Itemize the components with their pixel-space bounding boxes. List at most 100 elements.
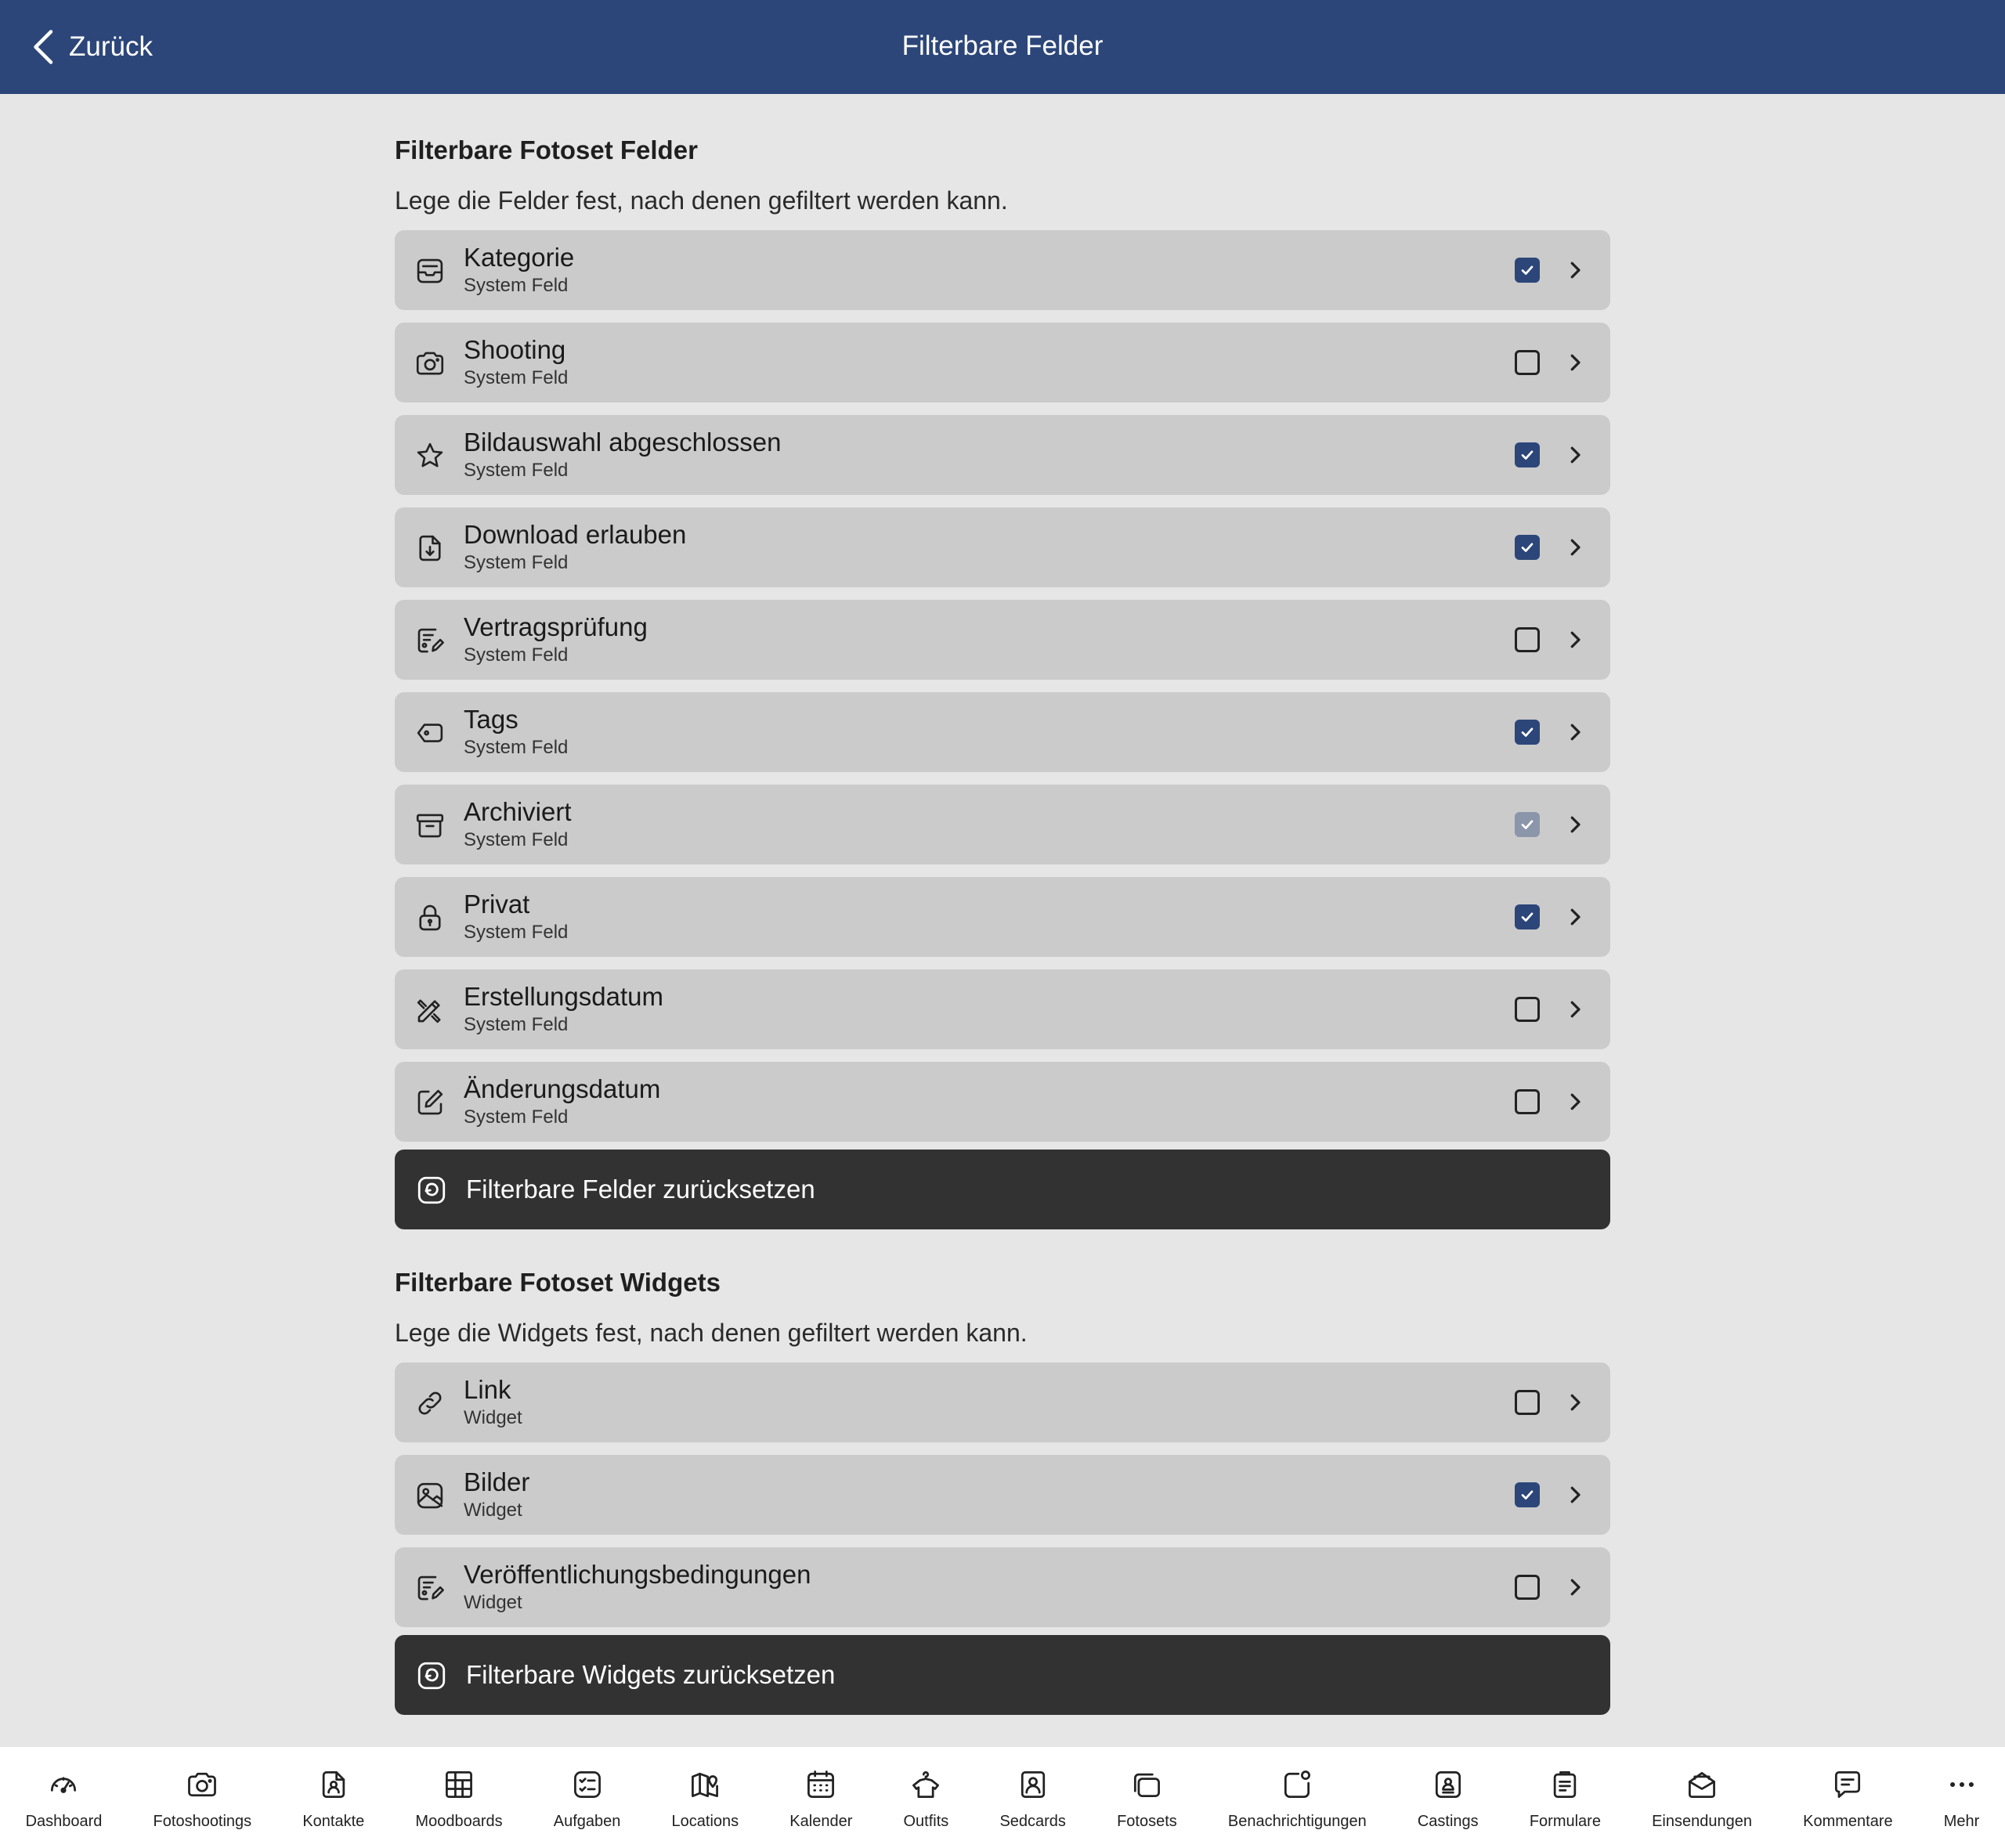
list-item-text: Bildauswahl abgeschlossen System Feld [464, 426, 781, 482]
list-item[interactable]: Bilder Widget [395, 1455, 1610, 1535]
tab-fotoshootings[interactable]: Fotoshootings [128, 1747, 277, 1848]
filter-checkbox[interactable] [1515, 1482, 1540, 1507]
list-item[interactable]: Tags System Feld [395, 692, 1610, 772]
filter-checkbox[interactable] [1515, 1575, 1540, 1600]
chevron-right-icon[interactable] [1563, 536, 1587, 559]
filter-checkbox[interactable] [1515, 720, 1540, 745]
reset-icon [417, 1176, 446, 1204]
tab-formulare[interactable]: Formulare [1504, 1747, 1626, 1848]
checkmark-icon [1521, 450, 1534, 460]
tab-einsendungen[interactable]: Einsendungen [1627, 1747, 1778, 1848]
tab-kommentare[interactable]: Kommentare [1778, 1747, 1919, 1848]
list-item-text: Shooting System Feld [464, 334, 568, 390]
list-item-text: Bilder Widget [464, 1466, 529, 1522]
list-item-subtitle: System Feld [464, 1014, 569, 1035]
filter-checkbox[interactable] [1515, 997, 1540, 1022]
list-item-text: Link Widget [464, 1373, 522, 1430]
list-item-label: Bilder [464, 1467, 530, 1496]
filter-checkbox[interactable] [1515, 904, 1540, 929]
tab-castings[interactable]: Castings [1392, 1747, 1504, 1848]
tab-label: Fotoshootings [153, 1813, 252, 1830]
chevron-right-icon[interactable] [1563, 1575, 1587, 1599]
list-item-subtitle: System Feld [464, 460, 569, 481]
tab-dashboard[interactable]: Dashboard [0, 1747, 128, 1848]
tab-moodboards[interactable]: Moodboards [390, 1747, 528, 1848]
list-item[interactable]: Download erlauben System Feld [395, 507, 1610, 587]
filter-checkbox[interactable] [1515, 812, 1540, 837]
checkmark-icon [1521, 543, 1534, 552]
tab-fotosets[interactable]: Fotosets [1092, 1747, 1203, 1848]
widgets-section-title: Filterbare Fotoset Widgets [395, 1268, 721, 1297]
list-item-icon [414, 1479, 446, 1512]
chevron-right-icon[interactable] [1563, 443, 1587, 467]
list-item-subtitle: System Feld [464, 922, 569, 943]
chevron-right-icon[interactable] [1563, 1391, 1587, 1414]
list-item[interactable]: Veröffentlichungsbedingungen Widget [395, 1547, 1610, 1627]
list-item[interactable]: Link Widget [395, 1363, 1610, 1442]
filter-checkbox[interactable] [1515, 627, 1540, 652]
tab-kontakte[interactable]: Kontakte [277, 1747, 390, 1848]
chevron-right-icon[interactable] [1563, 813, 1587, 836]
list-item-subtitle: System Feld [464, 737, 569, 758]
tab-benachrichtigungen[interactable]: Benachrichtigungen [1202, 1747, 1392, 1848]
id-badge-icon [1435, 1771, 1461, 1798]
speedometer-icon [51, 1777, 77, 1793]
top-navigation-bar: Zurück Filterbare Felder [0, 0, 2005, 94]
list-item-label: Kategorie [464, 243, 575, 272]
tab-label: Formulare [1529, 1813, 1601, 1830]
tab-label: Castings [1417, 1813, 1479, 1830]
list-item[interactable]: Archiviert System Feld [395, 785, 1610, 864]
lock-icon [419, 904, 441, 931]
list-item[interactable]: Vertragsprüfung System Feld [395, 600, 1610, 680]
chevron-right-icon[interactable] [1563, 1483, 1587, 1507]
tab-outfits[interactable]: Outfits [878, 1747, 974, 1848]
chevron-right-icon[interactable] [1563, 628, 1587, 651]
star-icon [417, 442, 443, 467]
filter-checkbox[interactable] [1515, 535, 1540, 560]
chevron-right-icon[interactable] [1563, 905, 1587, 929]
tab-label: Einsendungen [1652, 1813, 1752, 1830]
tab-locations[interactable]: Locations [646, 1747, 764, 1848]
list-item-icon [414, 809, 446, 842]
chevron-right-icon[interactable] [1563, 998, 1587, 1021]
reset-widgets-label: Filterbare Widgets zurücksetzen [466, 1660, 836, 1689]
filter-checkbox[interactable] [1515, 350, 1540, 375]
filter-checkbox[interactable] [1515, 258, 1540, 283]
list-item-icon [414, 901, 446, 934]
tab-label: Mehr [1943, 1813, 1980, 1830]
inbox-tray-icon [417, 258, 443, 283]
reset-widgets-button[interactable]: Filterbare Widgets zurücksetzen [395, 1635, 1610, 1715]
list-item[interactable]: Bildauswahl abgeschlossen System Feld [395, 415, 1610, 495]
list-item[interactable]: Erstellungsdatum System Feld [395, 969, 1610, 1049]
list-item[interactable]: Shooting System Feld [395, 323, 1610, 402]
photo-stack-icon [1134, 1773, 1161, 1798]
calendar-icon [807, 1770, 835, 1798]
tab-kalender[interactable]: Kalender [764, 1747, 878, 1848]
filter-checkbox[interactable] [1515, 1390, 1540, 1415]
chevron-right-icon[interactable] [1563, 720, 1587, 744]
tab-sedcards[interactable]: Sedcards [974, 1747, 1092, 1848]
chevron-right-icon[interactable] [1563, 351, 1587, 374]
contact-card-icon [322, 1771, 345, 1798]
list-item[interactable]: Kategorie System Feld [395, 230, 1610, 310]
archive-box-icon [416, 814, 444, 838]
file-download-icon [419, 535, 441, 561]
reset-fields-button[interactable]: Filterbare Felder zurücksetzen [395, 1150, 1610, 1229]
tab-aufgaben[interactable]: Aufgaben [528, 1747, 646, 1848]
list-item[interactable]: Privat System Feld [395, 877, 1610, 957]
hanger-shirt-icon [912, 1771, 940, 1798]
list-item[interactable]: Änderungsdatum System Feld [395, 1062, 1610, 1142]
chevron-right-icon[interactable] [1563, 258, 1587, 282]
list-item-label: Archiviert [464, 797, 572, 826]
checkmark-icon [1521, 912, 1534, 922]
list-item-icon [414, 1086, 446, 1119]
notification-badge-icon [1284, 1770, 1311, 1798]
filter-checkbox[interactable] [1515, 1089, 1540, 1114]
tab-label: Dashboard [25, 1813, 103, 1830]
filter-checkbox[interactable] [1515, 442, 1540, 467]
tab-label: Kalender [789, 1813, 853, 1830]
tab-mehr[interactable]: Mehr [1918, 1747, 2005, 1848]
chevron-right-icon[interactable] [1563, 1090, 1587, 1113]
tab-label: Outfits [903, 1813, 949, 1830]
list-item-text: Tags System Feld [464, 703, 568, 760]
